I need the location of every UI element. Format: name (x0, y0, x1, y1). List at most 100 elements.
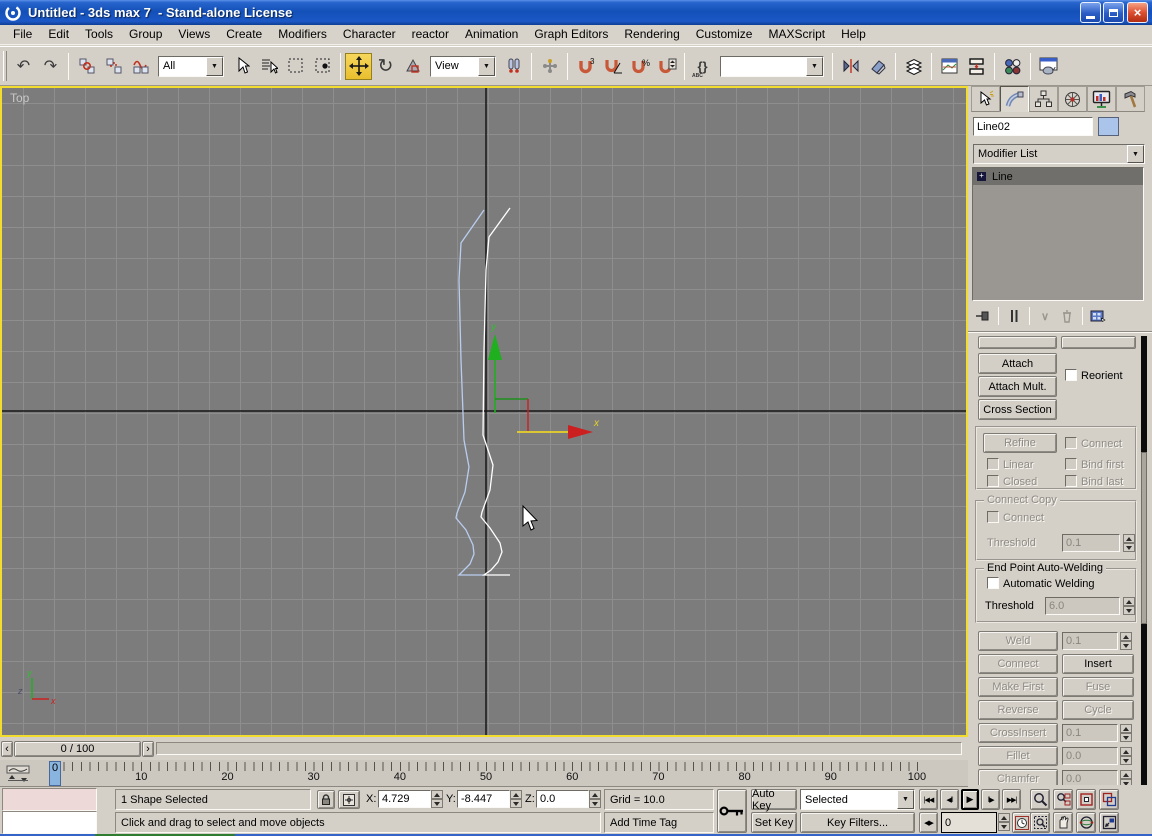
close-button[interactable]: × (1127, 2, 1148, 23)
menu-item[interactable]: MAXScript (760, 25, 833, 44)
select-and-manipulate-icon[interactable] (536, 53, 563, 80)
set-key-mode-toggle[interactable] (717, 789, 747, 833)
spinner-down-icon[interactable] (510, 799, 522, 808)
spinner-down-icon[interactable] (1120, 641, 1132, 650)
spinner-down-icon[interactable] (589, 799, 601, 808)
undo-icon[interactable]: ↶ (10, 53, 37, 80)
spline-line01[interactable] (456, 210, 484, 575)
spinner-down-icon[interactable] (1123, 606, 1135, 615)
weld-threshold-spinner[interactable] (1123, 597, 1135, 615)
tab-motion[interactable] (1058, 86, 1087, 112)
connect-copy-threshold-field[interactable]: 0.1 (1062, 534, 1120, 552)
chamfer-button[interactable]: Chamfer (978, 769, 1058, 785)
tab-hierarchy[interactable] (1029, 86, 1058, 112)
chevron-down-icon[interactable]: ▼ (806, 57, 823, 76)
connect-checkbox[interactable] (1065, 437, 1077, 449)
zoom-all-button[interactable] (1053, 789, 1073, 810)
x-coord-spinner[interactable] (431, 790, 443, 808)
fillet-value-field[interactable]: 0.0 (1062, 747, 1118, 765)
reference-coordinate-system-combo[interactable]: View ▼ (430, 56, 496, 77)
spinner-down-icon[interactable] (431, 799, 443, 808)
snap-toggle-icon[interactable]: 3 (572, 53, 599, 80)
tab-display[interactable] (1087, 86, 1116, 112)
go-to-end-button[interactable]: ▶▶| (1002, 789, 1021, 810)
align-icon[interactable] (864, 53, 891, 80)
track-bar[interactable]: 0102030405060708090100 0 (0, 760, 968, 787)
tab-utilities[interactable] (1116, 86, 1145, 112)
move-gizmo[interactable]: y x (488, 322, 600, 439)
fillet-button[interactable]: Fillet (978, 746, 1058, 766)
menu-item[interactable]: Create (218, 25, 270, 44)
key-mode-toggle-button[interactable]: ◀▶ (919, 812, 938, 833)
chevron-down-icon[interactable]: ▼ (206, 57, 223, 76)
material-editor-icon[interactable] (999, 53, 1026, 80)
expand-icon[interactable]: + (977, 172, 986, 181)
reorient-checkbox[interactable] (1065, 369, 1077, 381)
cycle-button[interactable]: Cycle (1062, 700, 1134, 720)
auto-key-button[interactable]: Auto Key (751, 789, 797, 810)
render-scene-icon[interactable] (1035, 53, 1062, 80)
attach-mult-button[interactable]: Attach Mult. (978, 376, 1057, 397)
closed-checkbox[interactable] (987, 475, 999, 487)
chamfer-value-field[interactable]: 0.0 (1062, 770, 1118, 785)
maxscript-mini-listener[interactable] (2, 811, 97, 834)
minimize-button[interactable] (1080, 2, 1101, 23)
spinner-down-icon[interactable] (1120, 756, 1132, 765)
redo-icon[interactable]: ↷ (37, 53, 64, 80)
zoom-extents-all-button[interactable] (1099, 789, 1119, 810)
spinner-down-icon[interactable] (1123, 543, 1135, 552)
menu-item[interactable]: Modifiers (270, 25, 335, 44)
reverse-button[interactable]: Reverse (978, 700, 1058, 720)
modifier-list-combo[interactable]: Modifier List ▼ (973, 144, 1145, 164)
connect-copy-checkbox[interactable] (987, 511, 999, 523)
modifier-stack-item-line[interactable]: + Line (973, 168, 1143, 185)
object-name-field[interactable]: Line02 (973, 117, 1093, 136)
menu-item[interactable]: Group (121, 25, 170, 44)
spinner-down-icon[interactable] (998, 822, 1010, 831)
gizmo-y-arrowhead[interactable] (488, 334, 502, 360)
gizmo-x-arrowhead[interactable] (568, 425, 593, 439)
rectangular-selection-region-icon[interactable] (282, 53, 309, 80)
chamfer-spinner[interactable] (1120, 770, 1132, 785)
fuse-button[interactable]: Fuse (1062, 677, 1134, 697)
bind-last-checkbox[interactable] (1065, 475, 1077, 487)
toolbar-drag-handle[interactable] (3, 51, 7, 81)
select-and-rotate-icon[interactable]: ↻ (372, 53, 399, 80)
set-key-button[interactable]: Set Key (751, 812, 797, 833)
top-viewport[interactable]: Top y x y (0, 86, 968, 737)
window-crossing-toggle-icon[interactable] (309, 53, 336, 80)
insert-button[interactable]: Insert (1062, 654, 1134, 674)
fillet-spinner[interactable] (1120, 747, 1132, 765)
selection-lock-toggle[interactable] (317, 790, 335, 809)
clipped-rollout-button[interactable] (1061, 336, 1136, 349)
select-object-icon[interactable] (228, 53, 255, 80)
arc-rotate-button[interactable] (1076, 812, 1096, 833)
key-filters-button[interactable]: Key Filters... (800, 812, 915, 833)
maxscript-mini-listener-macro[interactable] (2, 788, 97, 811)
selection-filter-combo[interactable]: All ▼ (158, 56, 224, 77)
spinner-up-icon[interactable] (1120, 724, 1132, 733)
attach-button[interactable]: Attach (978, 353, 1057, 374)
select-and-move-icon[interactable] (345, 53, 372, 80)
menu-item[interactable]: reactor (404, 25, 457, 44)
menu-item[interactable]: Rendering (616, 25, 687, 44)
spinner-up-icon[interactable] (1123, 534, 1135, 543)
configure-modifier-sets-icon[interactable] (1087, 307, 1109, 325)
bind-to-space-warp-icon[interactable] (127, 53, 154, 80)
rollout-scrollbar-thumb[interactable] (1141, 452, 1147, 624)
time-slider-prev-button[interactable]: ‹ (1, 741, 13, 757)
menu-item[interactable]: Edit (40, 25, 77, 44)
spinner-up-icon[interactable] (431, 790, 443, 799)
remove-modifier-icon[interactable] (1056, 307, 1078, 325)
region-zoom-button[interactable] (1030, 812, 1050, 833)
weld-threshold-field[interactable]: 6.0 (1045, 597, 1120, 615)
linear-checkbox[interactable] (987, 458, 999, 470)
bind-first-checkbox[interactable] (1065, 458, 1077, 470)
make-first-button[interactable]: Make First (978, 677, 1058, 697)
chevron-down-icon[interactable]: ▼ (897, 790, 914, 809)
next-frame-button[interactable]: ‖▶ (981, 789, 1000, 810)
min-max-toggle-button[interactable] (1099, 812, 1119, 833)
time-slider-next-button[interactable]: › (142, 741, 154, 757)
previous-frame-button[interactable]: ◀‖ (940, 789, 959, 810)
cross-section-button[interactable]: Cross Section (978, 399, 1057, 420)
